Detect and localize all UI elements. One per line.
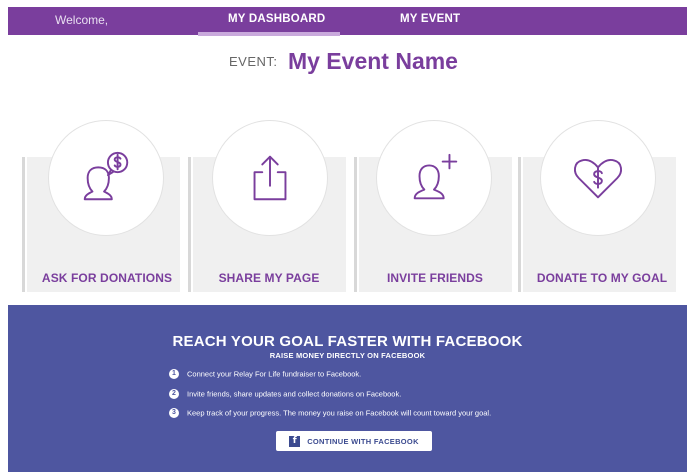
facebook-title: REACH YOUR GOAL FASTER WITH FACEBOOK [172, 333, 523, 350]
share-page-label[interactable]: SHARE MY PAGE [189, 271, 349, 285]
heart-dollar-icon [574, 159, 622, 199]
step-text: Connect your Relay For Life fundraiser t… [187, 369, 362, 379]
step-number: 1 [169, 369, 179, 380]
facebook-subtitle: RAISE MONEY DIRECTLY ON FACEBOOK [269, 351, 426, 360]
event-header: EVENT: My Event Name [0, 48, 687, 75]
continue-with-facebook-label: CONTINUE WITH FACEBOOK [307, 436, 419, 446]
tab-my-event[interactable]: MY EVENT [400, 13, 460, 25]
tab-my-dashboard[interactable]: MY DASHBOARD [228, 13, 325, 25]
event-name: My Event Name [287, 48, 458, 74]
invite-friends-label[interactable]: INVITE FRIENDS [355, 271, 515, 285]
active-tab-indicator [198, 32, 340, 36]
ask-donation-icon [83, 151, 129, 201]
step-number: 2 [169, 389, 179, 400]
invite-friend-icon [413, 153, 458, 200]
share-icon [253, 155, 287, 201]
facebook-step: 2 Invite friends, share updates and colle… [169, 389, 402, 400]
welcome-text: Welcome, [55, 13, 109, 27]
step-number: 3 [169, 408, 179, 419]
step-text: Invite friends, share updates and collec… [187, 389, 402, 399]
donate-goal-label[interactable]: DONATE TO MY GOAL [522, 271, 682, 285]
share-page-circle[interactable] [212, 120, 328, 236]
ask-donations-label[interactable]: ASK FOR DONATIONS [27, 271, 187, 285]
donate-goal-circle[interactable] [540, 120, 656, 236]
top-nav: Welcome, MY DASHBOARD MY EVENT [8, 7, 687, 35]
step-text: Keep track of your progress. The money y… [187, 408, 492, 418]
facebook-step: 3 Keep track of your progress. The money … [169, 408, 492, 419]
card-divider [22, 157, 25, 292]
facebook-promo: REACH YOUR GOAL FASTER WITH FACEBOOK RAI… [8, 305, 687, 472]
invite-friends-circle[interactable] [376, 120, 492, 236]
ask-donations-circle[interactable] [48, 120, 164, 236]
event-label: EVENT: [229, 54, 278, 69]
continue-with-facebook-button[interactable]: f CONTINUE WITH FACEBOOK [276, 431, 432, 451]
card-divider [518, 157, 521, 292]
facebook-step: 1 Connect your Relay For Life fundraiser … [169, 369, 362, 380]
facebook-icon: f [289, 435, 301, 447]
